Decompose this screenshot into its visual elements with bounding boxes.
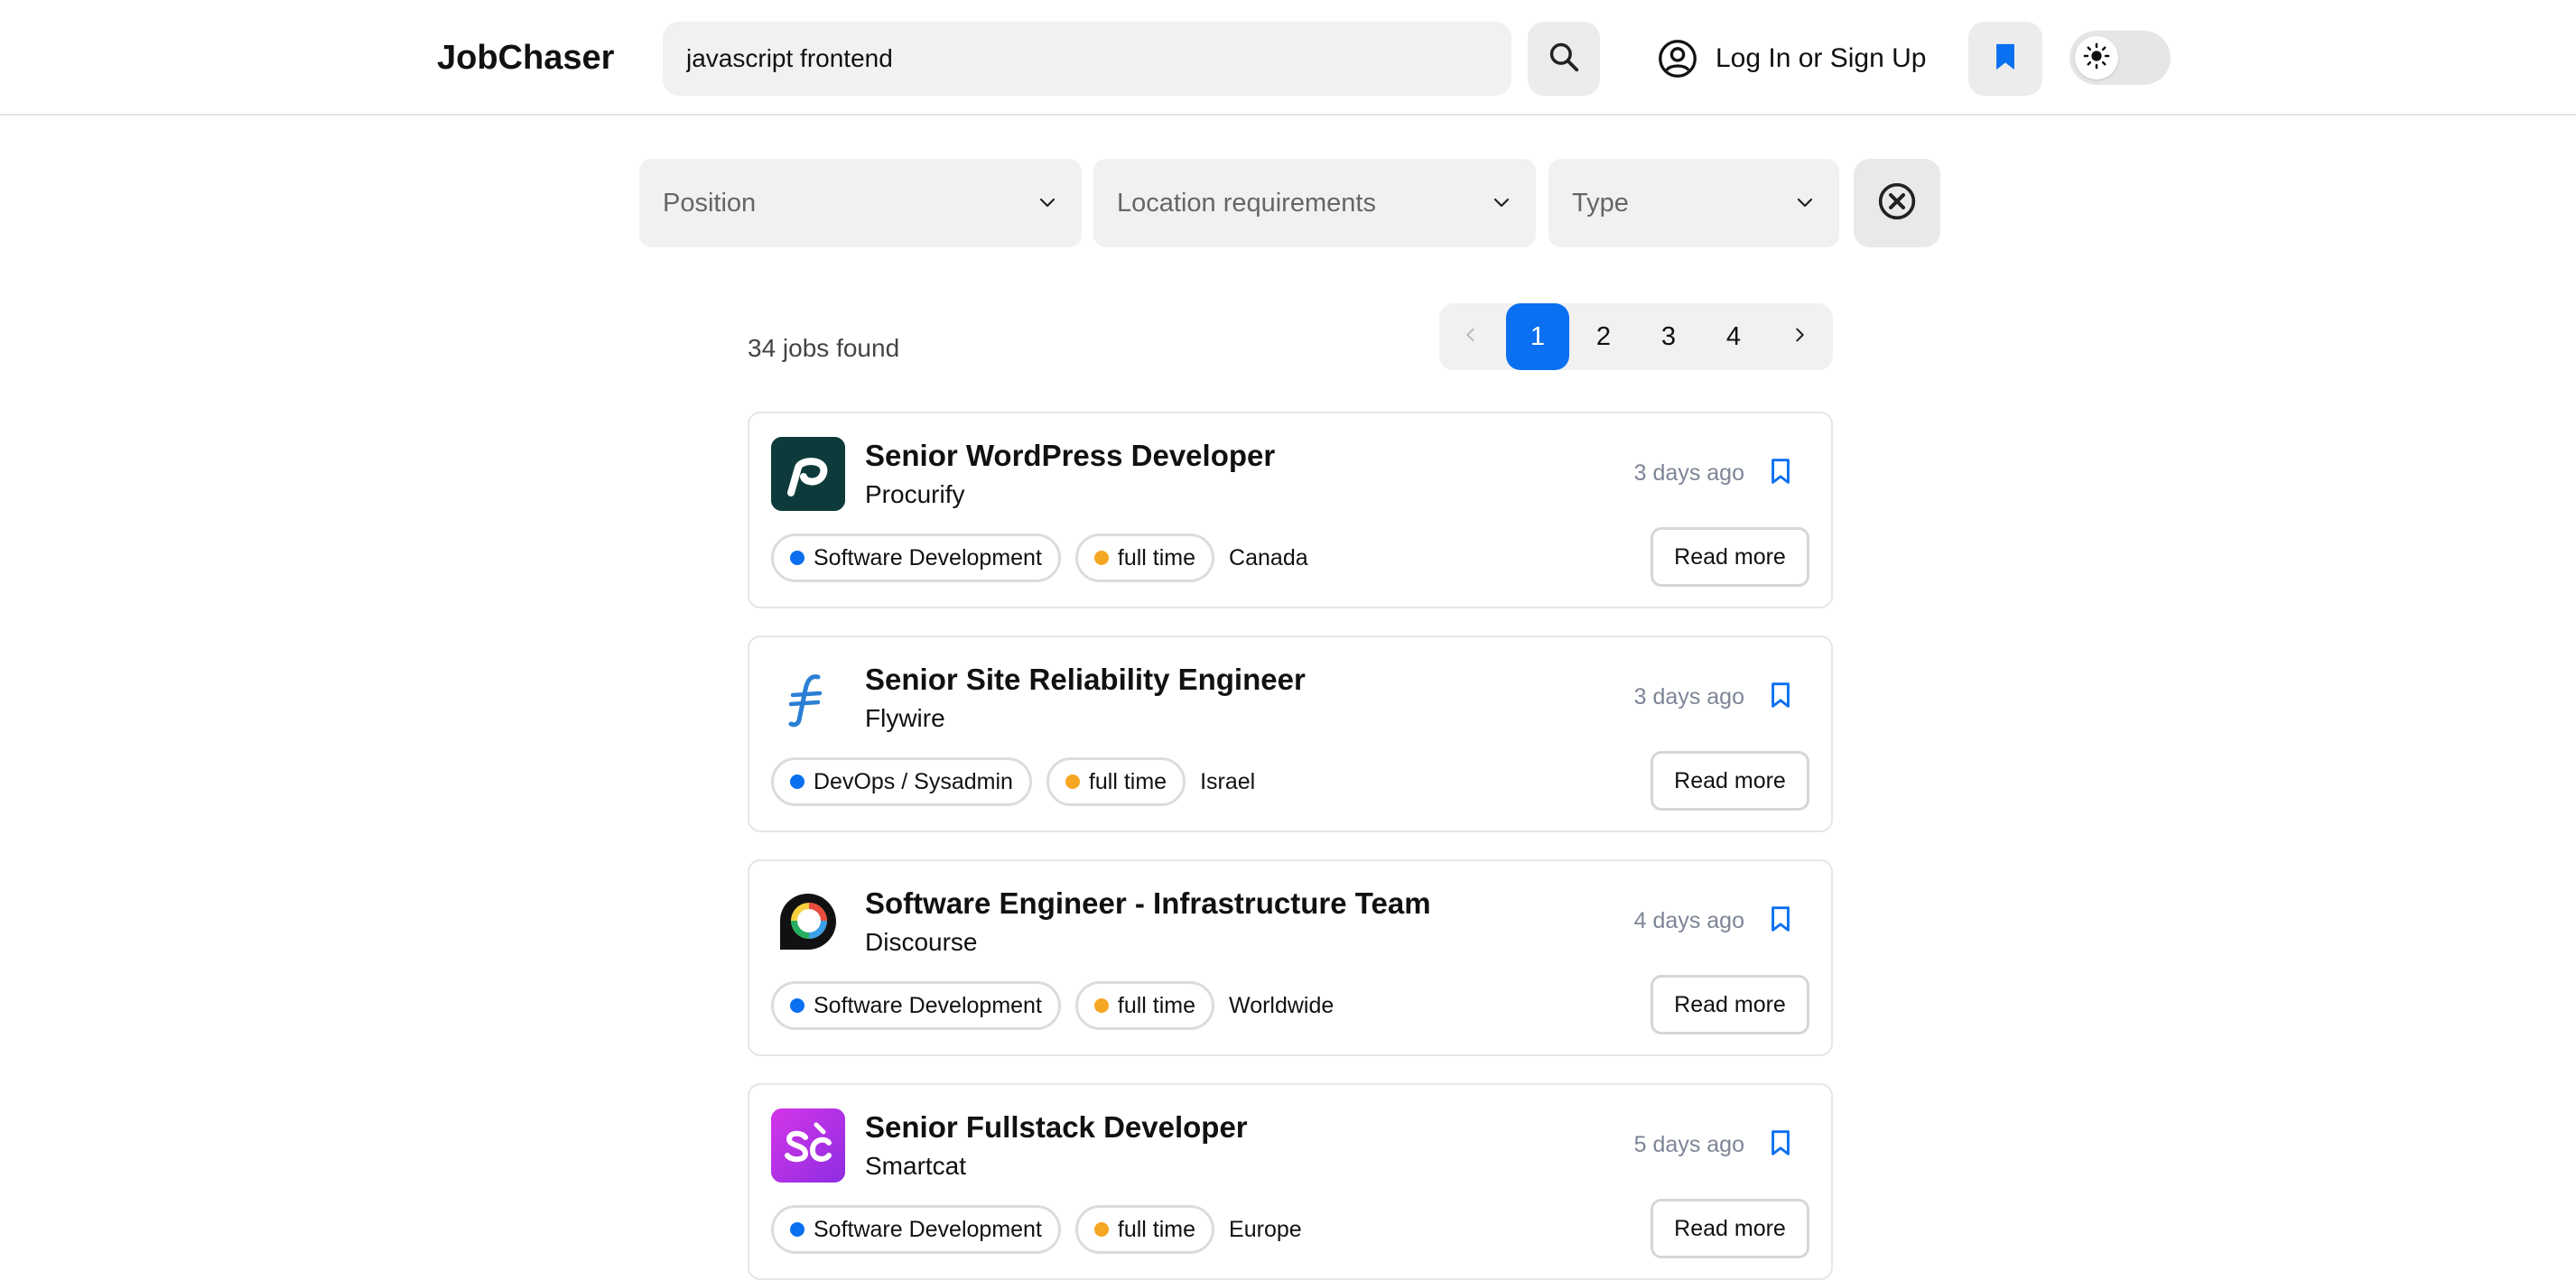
job-location: Europe xyxy=(1229,1216,1302,1242)
theme-toggle[interactable] xyxy=(2069,31,2171,85)
save-job-button[interactable] xyxy=(1762,1127,1799,1163)
chevron-left-icon xyxy=(1461,322,1481,352)
job-card[interactable]: Software Engineer - Infrastructure Team … xyxy=(748,859,1833,1056)
chevron-down-icon xyxy=(1794,191,1816,213)
category-label: Software Development xyxy=(814,992,1042,1018)
pagination-page-2[interactable]: 2 xyxy=(1575,303,1632,370)
category-label: DevOps / Sysadmin xyxy=(814,768,1013,794)
job-card[interactable]: Senior Site Reliability Engineer Flywire… xyxy=(748,635,1833,832)
bookmark-icon xyxy=(1992,42,2019,77)
search-icon xyxy=(1547,40,1581,79)
bookmark-outline-icon xyxy=(1769,904,1792,938)
pagination-next-button[interactable] xyxy=(1770,303,1829,370)
job-tags: Software Development full time Worldwide xyxy=(771,980,1334,1031)
login-signup-button[interactable]: Log In or Sign Up xyxy=(1658,36,1926,81)
user-circle-icon xyxy=(1658,39,1697,79)
category-tag: DevOps / Sysadmin xyxy=(771,757,1032,806)
job-tags: Software Development full time Europe xyxy=(771,1204,1302,1255)
theme-toggle-knob xyxy=(2075,36,2118,79)
posted-time: 4 days ago xyxy=(1633,908,1744,933)
category-label: Software Development xyxy=(814,544,1042,570)
posted-time: 5 days ago xyxy=(1633,1132,1744,1157)
read-more-button[interactable]: Read more xyxy=(1651,527,1809,587)
type-filter-select[interactable]: Type xyxy=(1548,159,1839,247)
job-title[interactable]: Software Engineer - Infrastructure Team xyxy=(865,886,1431,921)
discourse-logo xyxy=(771,885,845,959)
job-location: Israel xyxy=(1200,768,1256,794)
type-filter-label: Type xyxy=(1572,188,1629,218)
job-type-tag: full time xyxy=(1046,757,1186,806)
job-type-tag: full time xyxy=(1074,533,1215,582)
job-title[interactable]: Senior Fullstack Developer xyxy=(865,1110,1248,1145)
pagination: 1 2 3 4 xyxy=(1439,303,1833,370)
company-name: Smartcat xyxy=(865,1152,967,1180)
save-job-button[interactable] xyxy=(1762,679,1799,715)
smartcat-logo xyxy=(771,1108,845,1183)
category-dot xyxy=(790,551,804,565)
job-type-tag: full time xyxy=(1074,1205,1215,1254)
bookmark-outline-icon xyxy=(1769,457,1792,490)
company-name: Flywire xyxy=(865,704,945,732)
top-navbar: JobChaser Log In or Sign Up xyxy=(0,0,2576,116)
job-card[interactable]: Senior Fullstack Developer Smartcat 5 da… xyxy=(748,1083,1833,1280)
search-field[interactable] xyxy=(663,22,1511,96)
jobs-found-count: 34 jobs found xyxy=(748,334,900,362)
bookmark-outline-icon xyxy=(1769,681,1792,714)
job-location: Canada xyxy=(1229,544,1308,570)
search-input[interactable] xyxy=(684,43,1479,74)
pagination-page-3[interactable]: 3 xyxy=(1640,303,1697,370)
company-name: Discourse xyxy=(865,928,978,956)
close-circle-icon xyxy=(1877,181,1917,226)
job-type-tag: full time xyxy=(1074,981,1215,1030)
job-location: Worldwide xyxy=(1229,992,1334,1018)
job-type-dot xyxy=(1093,1222,1109,1237)
location-filter-select[interactable]: Location requirements xyxy=(1093,159,1536,247)
brand-logo-text[interactable]: JobChaser xyxy=(437,36,614,79)
read-more-button[interactable]: Read more xyxy=(1651,1199,1809,1258)
search-button[interactable] xyxy=(1528,22,1600,96)
job-type-label: full time xyxy=(1117,992,1196,1018)
category-tag: Software Development xyxy=(771,1205,1061,1254)
pagination-page-4[interactable]: 4 xyxy=(1705,303,1762,370)
pagination-prev-button[interactable] xyxy=(1443,303,1499,370)
category-dot xyxy=(790,998,804,1013)
job-type-dot xyxy=(1093,551,1109,565)
position-filter-label: Position xyxy=(663,188,757,218)
read-more-button[interactable]: Read more xyxy=(1651,975,1809,1034)
category-tag: Software Development xyxy=(771,981,1061,1030)
chevron-right-icon xyxy=(1790,322,1809,352)
job-tags: DevOps / Sysadmin full time Israel xyxy=(771,756,1255,807)
job-type-dot xyxy=(1093,998,1109,1013)
clear-filters-button[interactable] xyxy=(1854,159,1940,247)
flywire-logo xyxy=(771,661,845,735)
job-type-dot xyxy=(1065,774,1080,789)
job-type-label: full time xyxy=(1088,768,1167,794)
bookmark-outline-icon xyxy=(1769,1128,1792,1162)
category-dot xyxy=(790,1222,804,1237)
posted-time: 3 days ago xyxy=(1633,460,1744,486)
sun-icon xyxy=(2083,42,2110,74)
position-filter-select[interactable]: Position xyxy=(639,159,1082,247)
job-card[interactable]: Senior WordPress Developer Procurify 3 d… xyxy=(748,412,1833,608)
save-job-button[interactable] xyxy=(1762,455,1799,491)
save-job-button[interactable] xyxy=(1762,903,1799,939)
login-label: Log In or Sign Up xyxy=(1716,43,1927,73)
job-title[interactable]: Senior Site Reliability Engineer xyxy=(865,663,1306,697)
job-type-label: full time xyxy=(1117,544,1196,570)
company-name: Procurify xyxy=(865,480,965,508)
job-tags: Software Development full time Canada xyxy=(771,533,1308,583)
procurify-logo xyxy=(771,437,845,511)
chevron-down-icon xyxy=(1491,191,1512,213)
category-dot xyxy=(790,774,804,789)
posted-time: 3 days ago xyxy=(1633,684,1744,710)
saved-jobs-button[interactable] xyxy=(1968,22,2042,96)
job-title[interactable]: Senior WordPress Developer xyxy=(865,439,1275,473)
pagination-page-1[interactable]: 1 xyxy=(1506,303,1569,370)
category-tag: Software Development xyxy=(771,533,1061,582)
job-type-label: full time xyxy=(1117,1216,1196,1242)
category-label: Software Development xyxy=(814,1216,1042,1242)
location-filter-label: Location requirements xyxy=(1117,188,1376,218)
read-more-button[interactable]: Read more xyxy=(1651,751,1809,811)
chevron-down-icon xyxy=(1037,191,1058,213)
